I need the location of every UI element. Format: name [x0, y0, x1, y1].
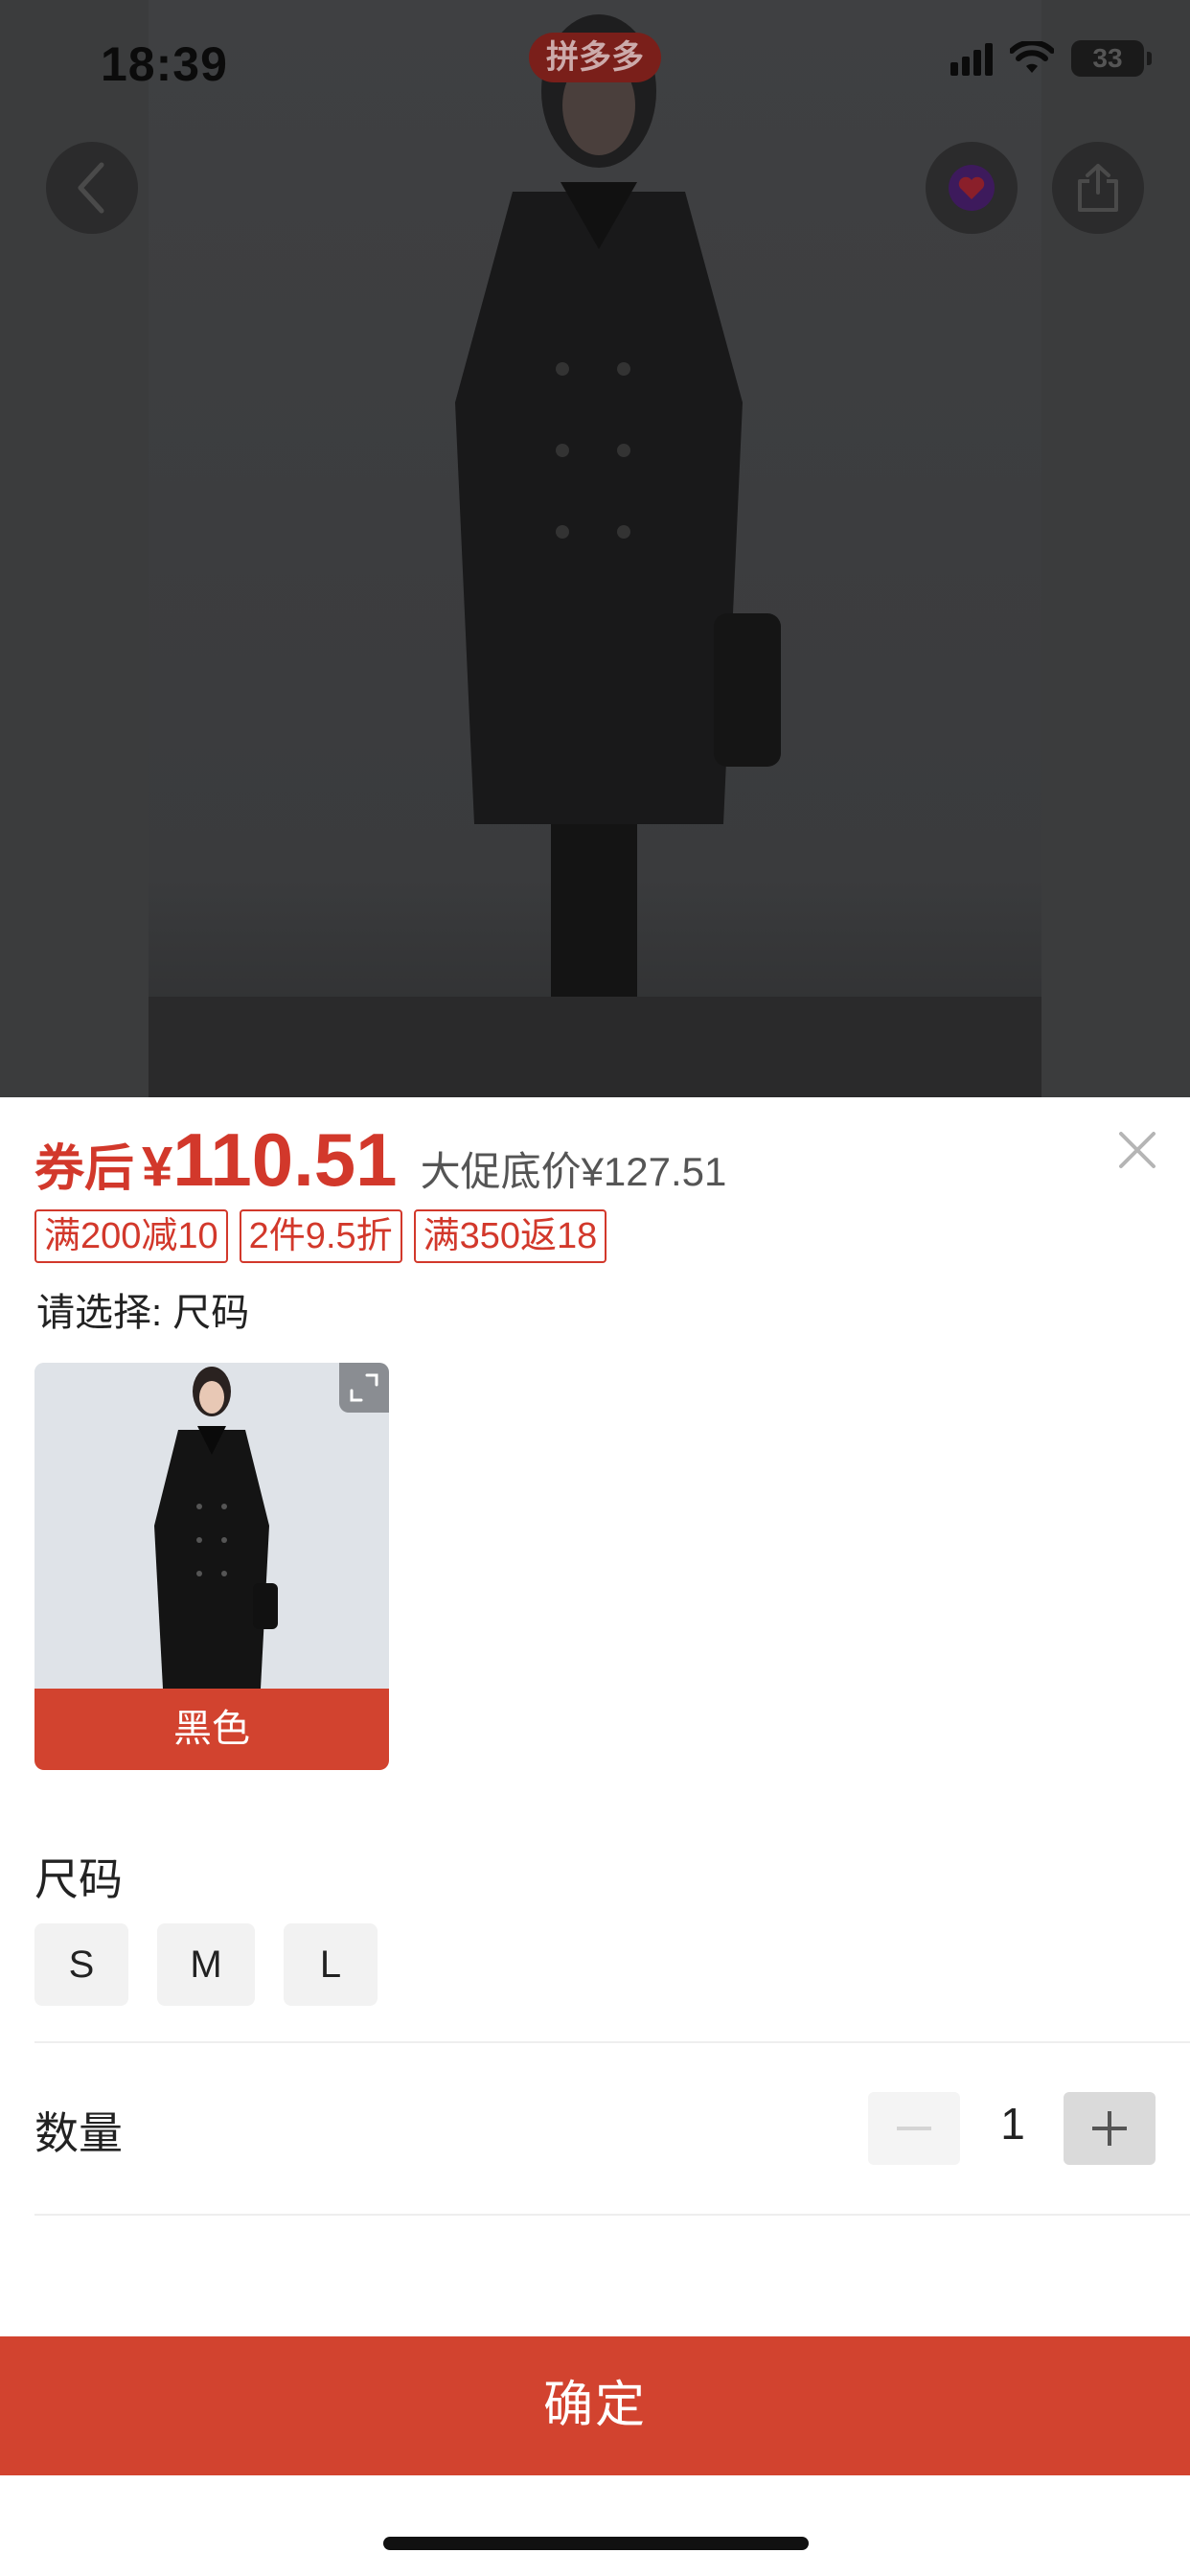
color-option-label: 黑色: [34, 1689, 389, 1770]
battery-icon: 33: [1071, 40, 1152, 77]
color-option-black[interactable]: 黑色: [34, 1363, 389, 1770]
color-option-thumbnail: [34, 1363, 389, 1689]
status-icons: 33: [950, 40, 1152, 77]
quantity-decrease-button[interactable]: [868, 2092, 960, 2165]
plus-icon: [1092, 2111, 1127, 2146]
promo-tag: 2件9.5折: [239, 1209, 402, 1263]
promo-tags: 满200减10 2件9.5折 满350返18: [34, 1209, 607, 1263]
cellular-signal-icon: [950, 41, 993, 76]
model-silhouette: [455, 14, 781, 1073]
close-button[interactable]: [1113, 1126, 1161, 1174]
coat-thumbnail: [34, 1363, 389, 1689]
chevron-left-icon: [78, 162, 104, 214]
share-button[interactable]: [1052, 142, 1144, 234]
favorite-button[interactable]: [926, 142, 1018, 234]
coupon-price-prefix: 券后: [34, 1141, 135, 1197]
brand-badge: 拼多多: [529, 33, 661, 82]
divider: [34, 2214, 1190, 2216]
sku-selection-sheet: 券后 ¥ 110.51 大促底价¥127.51 满200减10 2件9.5折 满…: [0, 1097, 1190, 2576]
heart-icon: [949, 165, 995, 211]
divider: [34, 2041, 1190, 2043]
promo-tag: 满200减10: [34, 1209, 228, 1263]
status-time: 18:39: [101, 37, 228, 91]
size-option-l[interactable]: L: [284, 1923, 378, 2006]
quantity-increase-button[interactable]: [1064, 2092, 1156, 2165]
promo-floor-price: 大促底价¥127.51: [420, 1149, 727, 1194]
size-option-m[interactable]: M: [157, 1923, 255, 2006]
wifi-icon: [1010, 41, 1054, 73]
currency-symbol: ¥: [142, 1136, 173, 1198]
product-photo: [149, 0, 1041, 1097]
share-icon: [1078, 164, 1118, 212]
back-button[interactable]: [46, 142, 138, 234]
close-icon: [1119, 1132, 1156, 1168]
price-row: 券后 ¥ 110.51 大促底价¥127.51: [34, 1116, 726, 1204]
quantity-label: 数量: [34, 2108, 123, 2158]
home-indicator: [383, 2537, 809, 2550]
selection-hint: 请选择: 尺码: [36, 1292, 250, 1334]
floor-shadow: [149, 997, 1041, 1097]
confirm-button[interactable]: 确定: [0, 2336, 1190, 2475]
expand-arrows-icon: [350, 1373, 378, 1402]
promo-tag: 满350返18: [413, 1209, 607, 1263]
minus-icon: [897, 2127, 931, 2130]
product-image-backdrop: 18:39 拼多多 33: [0, 0, 1190, 1097]
expand-icon[interactable]: [339, 1363, 389, 1413]
size-section-title: 尺码: [34, 1854, 123, 1904]
quantity-value[interactable]: 1: [979, 2098, 1046, 2150]
size-option-s[interactable]: S: [34, 1923, 128, 2006]
size-options: S M L: [34, 1923, 378, 2006]
coupon-price: 110.51: [172, 1117, 398, 1202]
